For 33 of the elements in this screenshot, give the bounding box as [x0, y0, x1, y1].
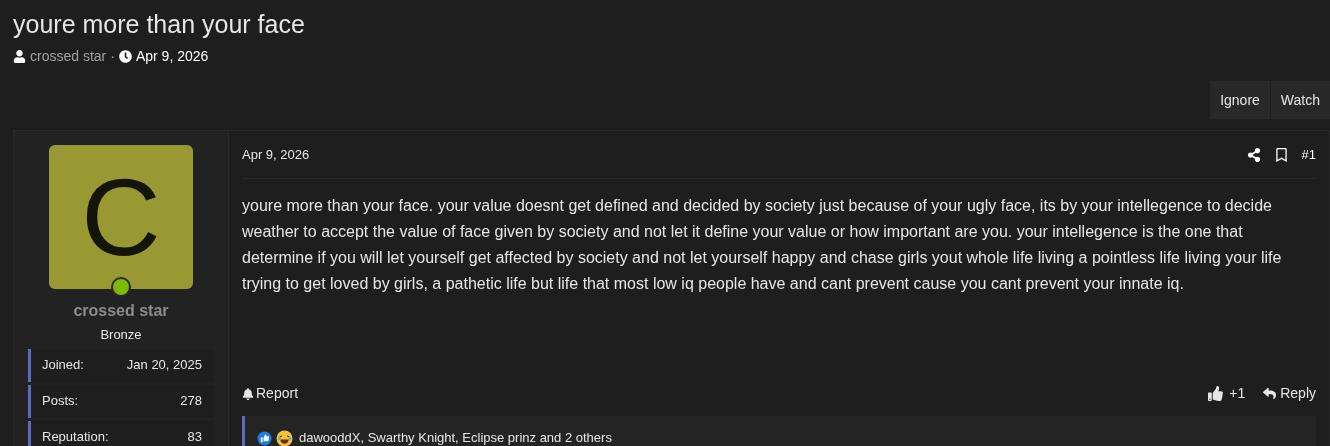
- avatar-letter: C: [81, 162, 161, 272]
- post-date[interactable]: Apr 9, 2026: [242, 144, 310, 165]
- bell-icon: [242, 387, 254, 400]
- post-number[interactable]: #1: [1301, 144, 1316, 165]
- separator-dot: ·: [110, 47, 115, 66]
- thumbs-up-icon: [1208, 386, 1224, 401]
- like-button[interactable]: +1: [1208, 383, 1246, 404]
- laughing-emoji-icon: [276, 429, 293, 446]
- bookmark-icon[interactable]: [1274, 147, 1288, 162]
- stat-value: 83: [187, 428, 202, 446]
- stat-label: Joined:: [42, 356, 84, 375]
- thread-action-button[interactable]: Watch: [1269, 81, 1330, 119]
- user-rank: Bronze: [100, 326, 142, 344]
- author-link[interactable]: crossed star: [30, 46, 107, 67]
- reply-button[interactable]: Reply: [1263, 383, 1316, 404]
- stat-value: 278: [180, 392, 202, 411]
- share-icon[interactable]: [1246, 147, 1261, 162]
- clock-icon: [118, 50, 132, 63]
- username[interactable]: crossed star: [73, 299, 169, 323]
- report-button[interactable]: Report: [242, 383, 299, 404]
- thread-date: Apr 9, 2026: [135, 47, 209, 66]
- stat-value: Jan 20, 2025: [126, 356, 202, 375]
- reaction-users[interactable]: dawooddX, Swarthy Knight, Eclipse prinz and 2 others: [299, 428, 612, 446]
- stat-label: Posts:: [42, 392, 79, 411]
- user-icon: [13, 50, 26, 63]
- like-reaction-icon: [257, 430, 272, 446]
- avatar[interactable]: C: [49, 145, 193, 289]
- reply-icon: [1263, 387, 1277, 400]
- thread-action-button[interactable]: Ignore: [1209, 81, 1270, 119]
- post-body: youre more than your face. your value doesnt get defined and decided by society just because of your ugly face, its by your intellegence to decide weather to accept the value of face given by society and not let it define your value or how important are you. your intellegence is the one that determine if you will let yourself get affected by society and not let yourself happy and chase girls yout whole life living a pointless life living your life trying to get loved by girls, a pathetic life but life that most low iq people have and cant prevent cause you cant prevent your innate iq.: [242, 196, 1283, 294]
- stat-label: Reputation:: [42, 428, 109, 446]
- reactions-bar[interactable]: dawooddX, Swarthy Knight, Eclipse prinz and 2 others: [242, 416, 1316, 446]
- thread-title: youre more than your face: [13, 9, 306, 40]
